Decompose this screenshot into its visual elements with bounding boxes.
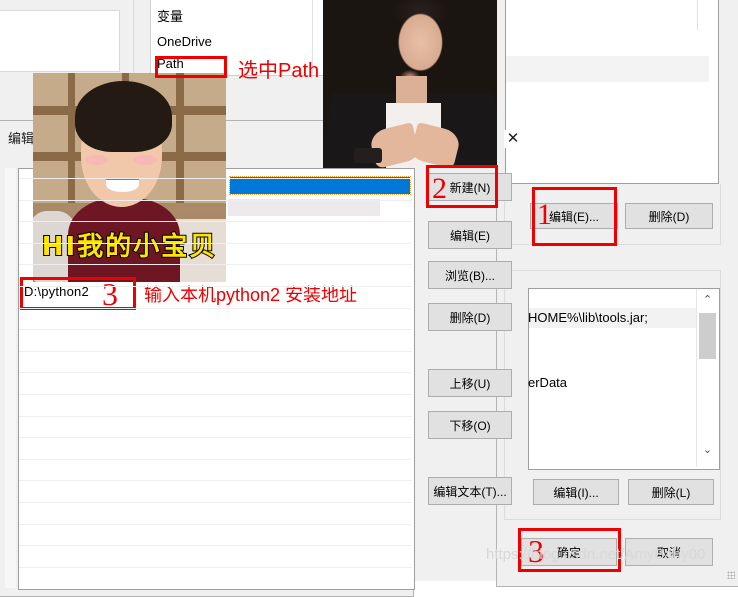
path-entries-row-separator (19, 351, 412, 352)
path-delete-button[interactable]: 删除(L) (628, 479, 714, 505)
annotation-caption-select-path: 选中Path (238, 60, 320, 82)
resize-grip-icon[interactable] (727, 571, 735, 579)
background-card (0, 10, 120, 72)
scroll-down-arrow-icon[interactable]: ⌄ (697, 441, 718, 459)
annotation-box-python2 (20, 277, 136, 310)
overlay-photo-caption: HI我的小宝贝 (41, 231, 218, 263)
browse-button[interactable]: 浏览(B)... (428, 261, 512, 289)
path-entries-row-separator (19, 480, 412, 481)
path-entries-row-separator (19, 308, 412, 309)
edit-button[interactable]: 编辑(E) (428, 221, 512, 249)
annotation-caption-enter-python: 输入本机python2 安装地址 (144, 285, 358, 305)
left-dialog-title: 编辑 (8, 131, 35, 146)
path-entries-row-separator (19, 329, 412, 330)
path-entries-row-separator (19, 545, 412, 546)
path-entries-row-separator (19, 437, 412, 438)
path-entries-row-separator (19, 416, 412, 417)
path-entries-row-separator (19, 459, 412, 460)
move-up-button[interactable]: 上移(U) (428, 369, 512, 397)
scrollbar-thumb[interactable] (699, 313, 716, 359)
path-entries-row-separator (19, 243, 412, 244)
path-entries-row-separator (19, 264, 412, 265)
env-column-header-variable: 变量 (157, 9, 184, 24)
annotation-number-1: 1 (537, 198, 552, 231)
path-entries-selected-row[interactable] (229, 176, 411, 195)
system-variables-redacted-row (506, 56, 709, 82)
edit-text-button[interactable]: 编辑文本(T)... (428, 477, 512, 505)
scroll-up-arrow-icon[interactable]: ⌃ (697, 291, 718, 309)
left-listbox-scroll-strip[interactable] (5, 168, 16, 588)
env-row-onedrive[interactable]: OneDrive (150, 31, 317, 53)
path-entries-row-separator (19, 286, 412, 287)
path-entries-row-separator (19, 200, 412, 201)
delete-button[interactable]: 删除(D) (428, 303, 512, 331)
path-entries-row-separator (19, 178, 412, 179)
overlay-photo-portrait (323, 0, 497, 168)
path-value-line-2: erData (528, 375, 568, 390)
path-entries-row-separator (19, 221, 412, 222)
annotation-box-path (155, 56, 227, 78)
watermark: https://blog.csdn.net/AmyBaby00 (486, 546, 706, 563)
path-value-line-1: HOME%\lib\tools.jar; (528, 310, 648, 325)
annotation-number-2: 2 (432, 172, 447, 205)
path-values-scrollbar[interactable]: ⌃ ⌄ (696, 289, 718, 467)
path-entries-row-separator (19, 502, 412, 503)
system-delete-button[interactable]: 删除(D) (625, 203, 713, 229)
path-entries-row-separator (19, 372, 412, 373)
path-entries-row-separator (19, 394, 412, 395)
annotation-number-3a: 3 (102, 276, 118, 312)
system-variables-listbox[interactable] (505, 0, 719, 184)
close-icon[interactable]: ✕ (504, 130, 522, 148)
background-divider (133, 0, 134, 75)
path-entries-row-separator (19, 567, 412, 568)
move-down-button[interactable]: 下移(O) (428, 411, 512, 439)
path-entries-row-separator (19, 524, 412, 525)
path-entries-redacted-row (228, 199, 380, 216)
path-edit-button[interactable]: 编辑(I)... (533, 479, 619, 505)
system-variables-column-divider (697, 0, 698, 30)
